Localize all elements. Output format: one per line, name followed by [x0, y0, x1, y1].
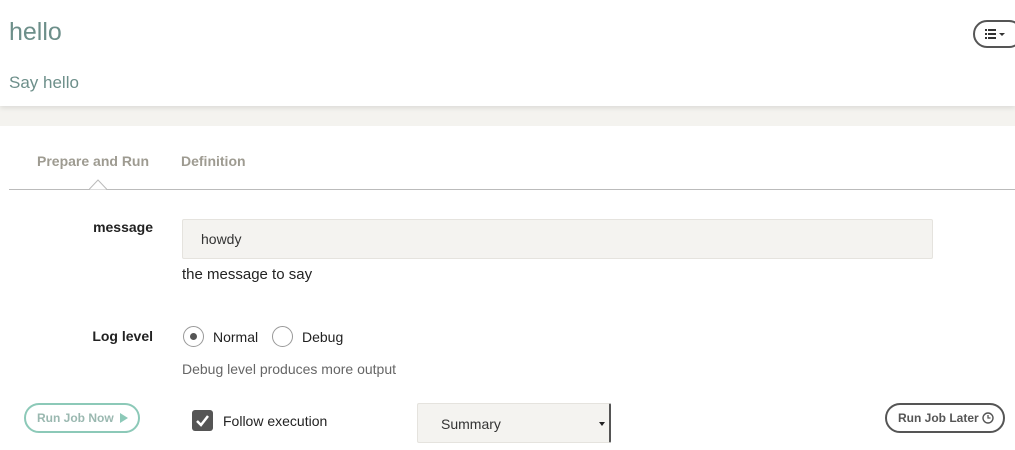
header-separator-band	[0, 106, 1015, 126]
job-header: hello Say hello	[0, 0, 1015, 106]
follow-mode-select[interactable]: Summary	[417, 403, 611, 443]
log-level-debug-label[interactable]: Debug	[302, 329, 343, 345]
job-title: hello	[9, 18, 62, 46]
message-option-label: message	[93, 219, 153, 235]
run-job-now-button[interactable]: Run Job Now	[24, 403, 140, 433]
run-job-later-button[interactable]: Run Job Later	[885, 403, 1005, 433]
checkmark-icon	[196, 415, 209, 427]
follow-execution-label[interactable]: Follow execution	[223, 413, 327, 429]
log-level-label: Log level	[92, 328, 153, 344]
run-job-later-label: Run Job Later	[898, 411, 979, 425]
job-tabs: Prepare and Run Definition	[9, 126, 1015, 190]
log-level-debug-radio[interactable]	[272, 326, 293, 347]
follow-execution-checkbox[interactable]	[192, 410, 213, 431]
tab-definition[interactable]: Definition	[181, 153, 246, 169]
message-input[interactable]	[182, 219, 933, 259]
log-level-normal-radio[interactable]	[183, 326, 204, 347]
tab-prepare-and-run[interactable]: Prepare and Run	[37, 153, 149, 169]
list-menu-icon	[985, 29, 1005, 39]
message-help-text: the message to say	[182, 266, 313, 283]
log-level-help-text: Debug level produces more output	[182, 361, 397, 377]
follow-mode-value: Summary	[441, 416, 501, 432]
play-icon	[120, 413, 128, 423]
job-actions-menu-button[interactable]	[973, 20, 1015, 48]
run-job-now-label: Run Job Now	[37, 411, 114, 425]
log-level-normal-label[interactable]: Normal	[213, 329, 258, 345]
clock-icon	[982, 412, 994, 424]
radio-selected-dot	[190, 333, 197, 340]
chevron-down-icon	[599, 422, 605, 426]
active-tab-caret	[89, 179, 107, 190]
job-description: Say hello	[9, 73, 79, 92]
